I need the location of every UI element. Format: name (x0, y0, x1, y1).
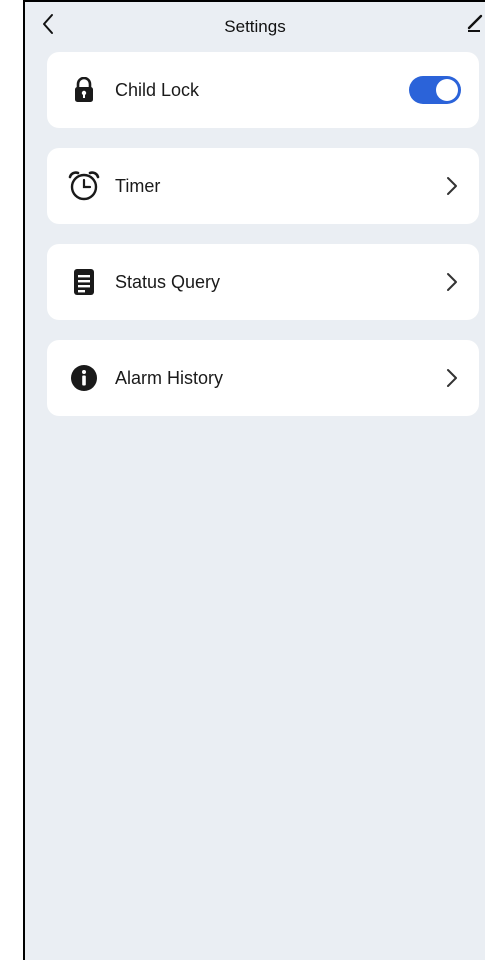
document-icon (67, 265, 101, 299)
pencil-icon (467, 14, 483, 32)
setting-item-timer[interactable]: Timer (47, 148, 479, 224)
setting-item-status-query[interactable]: Status Query (47, 244, 479, 320)
app-frame: Settings Child Lock Timer Status Query A… (23, 0, 485, 960)
edit-button[interactable] (457, 12, 485, 40)
chevron-right-icon (443, 174, 461, 198)
setting-label: Status Query (115, 271, 221, 292)
setting-label: Timer (115, 175, 161, 196)
toggle-knob (436, 79, 458, 101)
setting-item-alarm-history[interactable]: Alarm History (47, 340, 479, 416)
child-lock-toggle[interactable] (409, 76, 461, 104)
lock-icon (67, 73, 101, 107)
setting-label: Child Lock (115, 79, 200, 100)
setting-label: Alarm History (115, 367, 224, 388)
alarm-clock-icon (67, 169, 101, 203)
info-icon (67, 361, 101, 395)
header-bar: Settings (25, 2, 485, 52)
page-title: Settings (224, 17, 286, 36)
setting-item-child-lock: Child Lock (47, 52, 479, 128)
chevron-right-icon (443, 366, 461, 390)
chevron-right-icon (443, 270, 461, 294)
